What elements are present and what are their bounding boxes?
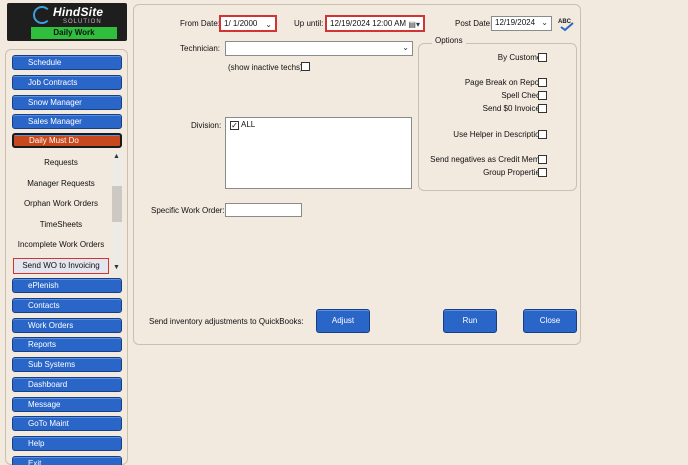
option-negatives-credit-memo-label: Send negatives as Credit Memo — [430, 155, 544, 164]
post-date-label: Post Date: — [455, 19, 493, 28]
scroll-down-icon[interactable]: ▼ — [113, 264, 120, 271]
app-logo: HindSite SOLUTION Daily Work — [7, 3, 127, 41]
post-date-value: 12/19/2024 — [495, 18, 536, 27]
close-button[interactable]: Close — [523, 309, 577, 333]
up-until-value: 12/19/2024 12:00 AM — [330, 19, 407, 28]
nav-help[interactable]: Help — [12, 436, 122, 451]
option-page-break-checkbox[interactable] — [538, 78, 547, 87]
scroll-up-icon[interactable]: ▲ — [113, 153, 120, 160]
nav-snow-manager[interactable]: Snow Manager — [12, 95, 122, 110]
specific-wo-label: Specific Work Order: — [151, 206, 225, 215]
option-spell-check-checkbox[interactable] — [538, 91, 547, 100]
nav-daily-must-do[interactable]: Daily Must Do — [12, 133, 122, 148]
show-inactive-checkbox[interactable] — [301, 62, 310, 71]
nav-exit[interactable]: Exit — [12, 456, 122, 465]
nav-reports[interactable]: Reports — [12, 337, 122, 352]
logo-subtitle: SOLUTION — [63, 19, 102, 25]
submenu-scrollbar[interactable]: ▲ ▼ — [111, 152, 123, 276]
technician-label: Technician: — [180, 44, 221, 53]
option-page-break-label: Page Break on Report — [464, 78, 544, 87]
technician-select[interactable]: ⌄ — [225, 41, 413, 56]
show-inactive-label: (show inactive techs) — [228, 63, 303, 72]
chevron-down-icon[interactable]: ⌄ — [402, 42, 409, 54]
daily-must-do-submenu: Requests Manager Requests Orphan Work Or… — [11, 152, 125, 276]
post-date-picker[interactable]: 12/19/2024 ⌄ — [491, 16, 552, 31]
adjust-button[interactable]: Adjust — [316, 309, 370, 333]
nav-schedule[interactable]: Schedule — [12, 55, 122, 70]
option-use-helper-label: Use Helper in Description — [453, 130, 544, 139]
option-send-zero-invoices-checkbox[interactable] — [538, 104, 547, 113]
option-negatives-credit-memo-checkbox[interactable] — [538, 155, 547, 164]
submenu-requests[interactable]: Requests — [11, 158, 111, 167]
from-date-picker[interactable]: 1/ 1/2000 ⌄ — [219, 15, 277, 32]
division-list[interactable]: ✓ ALL — [225, 117, 412, 189]
logo-swirl-icon — [33, 6, 51, 24]
division-label: Division: — [191, 121, 222, 130]
submenu-orphan-work-orders[interactable]: Orphan Work Orders — [11, 199, 111, 208]
submenu-manager-requests[interactable]: Manager Requests — [11, 179, 111, 188]
spellcheck-icon-text: ABC — [558, 19, 572, 25]
up-until-label: Up until: — [294, 19, 324, 28]
options-title: Options — [432, 36, 466, 45]
nav-sales-manager[interactable]: Sales Manager — [12, 114, 122, 129]
submenu-send-wo-to-invoicing[interactable]: Send WO to Invoicing — [13, 258, 109, 274]
nav-message[interactable]: Message — [12, 397, 122, 412]
submenu-timesheets[interactable]: TimeSheets — [11, 220, 111, 229]
logo-name: HindSite — [53, 5, 104, 19]
nav-job-contracts[interactable]: Job Contracts — [12, 75, 122, 90]
option-send-zero-invoices-label: Send $0 Invoices — [482, 104, 544, 113]
nav-eplenish[interactable]: ePlenish — [12, 278, 122, 293]
calendar-dropdown-icon[interactable]: ▤▾ — [408, 18, 420, 31]
from-date-label: From Date: — [180, 19, 221, 28]
option-by-customer-checkbox[interactable] — [538, 53, 547, 62]
mode-badge[interactable]: Daily Work — [31, 27, 117, 39]
chevron-down-icon[interactable]: ⌄ — [541, 17, 548, 29]
nav-work-orders[interactable]: Work Orders — [12, 318, 122, 333]
send-inventory-label: Send inventory adjustments to QuickBooks… — [149, 317, 304, 326]
from-date-value: 1/ 1/2000 — [224, 19, 258, 28]
division-all-label: ALL — [241, 120, 256, 129]
nav-sub-systems[interactable]: Sub Systems — [12, 357, 122, 372]
up-until-picker[interactable]: 12/19/2024 12:00 AM ▤▾ — [325, 15, 425, 32]
division-all-checkbox[interactable]: ✓ — [230, 121, 239, 130]
spellcheck-icon[interactable]: ABC — [558, 16, 574, 32]
sidebar: HindSite SOLUTION Daily Work Schedule Jo… — [0, 0, 130, 465]
option-use-helper-checkbox[interactable] — [538, 130, 547, 139]
specific-wo-input[interactable] — [225, 203, 302, 217]
scroll-thumb[interactable] — [112, 186, 122, 222]
run-button[interactable]: Run — [443, 309, 497, 333]
option-group-properties-checkbox[interactable] — [538, 168, 547, 177]
nav-dashboard[interactable]: Dashboard — [12, 377, 122, 392]
option-group-properties-label: Group Properties — [483, 168, 544, 177]
chevron-down-icon[interactable]: ⌄ — [265, 18, 272, 31]
nav-goto-maint[interactable]: GoTo Maint — [12, 416, 122, 431]
submenu-incomplete-work-orders[interactable]: Incomplete Work Orders — [11, 240, 111, 249]
nav-contacts[interactable]: Contacts — [12, 298, 122, 313]
